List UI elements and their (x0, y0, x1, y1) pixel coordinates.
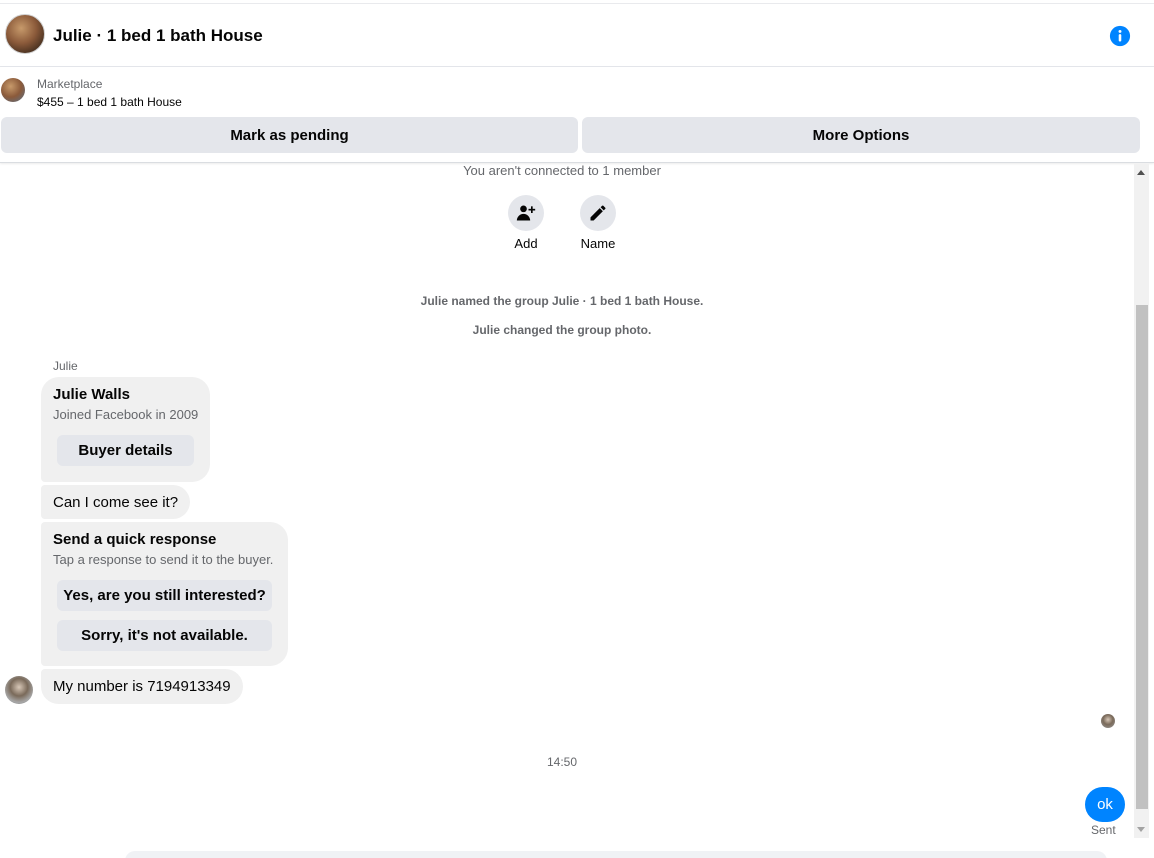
buyer-joined: Joined Facebook in 2009 (53, 407, 199, 422)
listing-thumbnail[interactable] (1, 78, 25, 102)
listing-category: Marketplace (37, 77, 103, 91)
incoming-message[interactable]: My number is 7194913349 (41, 669, 243, 704)
group-avatar[interactable] (5, 14, 45, 54)
conversation-header: Julie · 1 bed 1 bath House (0, 3, 1154, 67)
conversation-title[interactable]: Julie · 1 bed 1 bath House (53, 26, 263, 46)
quick-response-subtitle: Tap a response to send it to the buyer. (53, 552, 274, 567)
quick-response-still-interested-button[interactable]: Yes, are you still interested? (57, 580, 272, 611)
buyer-details-button[interactable]: Buyer details (57, 435, 194, 466)
buyer-info-card: Julie Walls Joined Facebook in 2009 Buye… (41, 377, 210, 482)
quick-response-not-available-button[interactable]: Sorry, it's not available. (57, 620, 272, 651)
more-options-button[interactable]: More Options (582, 117, 1140, 153)
add-member-action[interactable]: Add (496, 195, 556, 251)
name-label: Name (580, 236, 616, 251)
mark-as-pending-button[interactable]: Mark as pending (1, 117, 578, 153)
incoming-message[interactable]: Can I come see it? (41, 485, 191, 519)
system-message: Julie named the group Julie · 1 bed 1 ba… (420, 294, 704, 308)
name-group-action[interactable]: Name (568, 195, 628, 251)
connection-notice: You aren't connected to 1 member (463, 163, 661, 178)
outgoing-message[interactable]: ok (1085, 787, 1125, 822)
message-composer[interactable] (125, 851, 1107, 858)
quick-response-card: Send a quick response Tap a response to … (41, 522, 288, 666)
message-timestamp: 14:50 (546, 755, 578, 769)
system-message: Julie changed the group photo. (472, 323, 652, 337)
info-icon[interactable] (1109, 25, 1131, 47)
sender-name: Julie (53, 359, 78, 373)
add-label: Add (514, 236, 538, 251)
seen-indicator-avatar (1101, 714, 1115, 728)
marketplace-listing: Marketplace $455 – 1 bed 1 bath House Ma… (0, 67, 1154, 163)
add-person-icon (516, 205, 536, 221)
scroll-up-arrow[interactable] (1137, 170, 1145, 175)
message-status: Sent (1091, 823, 1116, 837)
scroll-down-arrow[interactable] (1137, 827, 1145, 832)
message-scrollbar[interactable] (1134, 164, 1149, 838)
sender-avatar[interactable] (5, 676, 33, 704)
quick-response-title: Send a quick response (53, 531, 217, 548)
listing-price[interactable]: $455 – 1 bed 1 bath House (37, 95, 182, 109)
pencil-icon (590, 205, 606, 221)
add-button[interactable] (508, 195, 544, 231)
buyer-name: Julie Walls (53, 386, 130, 403)
scrollbar-thumb[interactable] (1136, 305, 1148, 809)
name-button[interactable] (580, 195, 616, 231)
